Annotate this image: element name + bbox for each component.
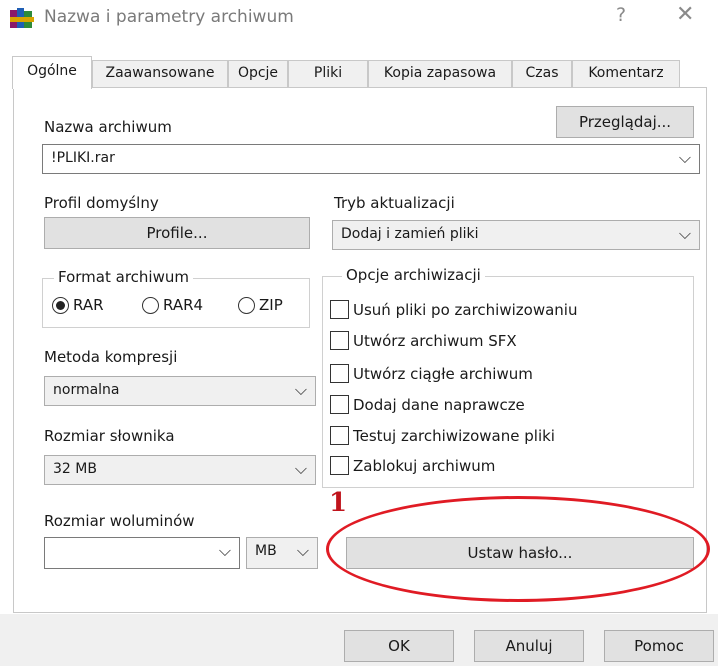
radio-rar4-label: RAR4 [163, 296, 204, 314]
annotation-number: 1 [329, 488, 348, 518]
volume-unit-select[interactable]: MB ⌵ [246, 537, 318, 569]
browse-button[interactable]: Przeglądaj... [556, 106, 694, 138]
checkbox-delete-after[interactable]: Usuń pliki po zarchiwizowaniu [330, 300, 577, 319]
checkbox-solid-archive-label: Utwórz ciągłe archiwum [353, 364, 533, 383]
archive-name-value: !PLIKI.rar [51, 150, 115, 166]
checkbox-test-files[interactable]: Testuj zarchiwizowane pliki [330, 426, 555, 445]
checkbox-create-sfx[interactable]: Utwórz archiwum SFX [330, 331, 517, 350]
checkbox-icon [330, 426, 349, 445]
checkbox-icon [330, 364, 349, 383]
checkbox-icon [330, 331, 349, 350]
checkbox-lock-archive[interactable]: Zablokuj archiwum [330, 456, 495, 475]
checkbox-lock-archive-label: Zablokuj archiwum [353, 456, 496, 475]
default-profile-label: Profil domyślny [44, 194, 159, 212]
radio-icon [142, 296, 159, 314]
checkbox-recovery-record-label: Dodaj dane naprawcze [353, 395, 525, 414]
update-mode-select[interactable]: Dodaj i zamień pliki ⌵ [332, 220, 700, 250]
profiles-button[interactable]: Profile... [44, 217, 310, 249]
checkbox-delete-after-label: Usuń pliki po zarchiwizowaniu [353, 300, 578, 319]
tab-options[interactable]: Opcje [228, 60, 288, 88]
radio-rar[interactable]: RAR [52, 296, 104, 314]
archive-name-combo[interactable]: !PLIKI.rar ⌵ [42, 144, 700, 174]
radio-zip[interactable]: ZIP [238, 296, 283, 314]
update-mode-value: Dodaj i zamień pliki [341, 226, 479, 242]
help-title-button[interactable]: ? [616, 4, 626, 26]
chevron-down-icon: ⌵ [294, 380, 307, 399]
chevron-down-icon: ⌵ [296, 541, 309, 560]
checkbox-test-files-label: Testuj zarchiwizowane pliki [353, 426, 555, 445]
cancel-button[interactable]: Anuluj [474, 630, 584, 662]
dictionary-size-value: 32 MB [53, 461, 97, 477]
checkbox-recovery-record[interactable]: Dodaj dane naprawcze [330, 395, 525, 414]
archiving-options-title: Opcje archiwizacji [342, 266, 485, 284]
checkbox-icon [330, 395, 349, 414]
checkbox-create-sfx-label: Utwórz archiwum SFX [353, 331, 517, 350]
tab-time[interactable]: Czas [512, 60, 572, 88]
compression-method-label: Metoda kompresji [44, 348, 178, 366]
checkbox-solid-archive[interactable]: Utwórz ciągłe archiwum [330, 364, 533, 383]
tab-files[interactable]: Pliki [288, 60, 368, 88]
tab-advanced[interactable]: Zaawansowane [92, 60, 228, 88]
volume-size-combo[interactable]: ⌵ [44, 537, 240, 569]
radio-selected-icon [52, 296, 69, 314]
dictionary-size-label: Rozmiar słownika [44, 427, 175, 445]
winrar-app-icon [10, 8, 34, 30]
close-icon[interactable]: ✕ [676, 2, 694, 27]
window-title: Nazwa i parametry archiwum [44, 7, 294, 27]
tab-general[interactable]: Ogólne [12, 56, 92, 89]
help-button[interactable]: Pomoc [604, 630, 714, 662]
archive-name-label: Nazwa archiwum [44, 118, 172, 136]
ok-button[interactable]: OK [344, 630, 454, 662]
volume-unit-value: MB [255, 543, 277, 559]
radio-zip-label: ZIP [259, 296, 283, 314]
chevron-down-icon: ⌵ [678, 148, 691, 167]
chevron-down-icon: ⌵ [294, 459, 307, 478]
compression-method-select[interactable]: normalna ⌵ [44, 376, 316, 406]
volume-size-label: Rozmiar woluminów [44, 512, 195, 530]
dictionary-size-select[interactable]: 32 MB ⌵ [44, 455, 316, 485]
radio-rar4[interactable]: RAR4 [142, 296, 203, 314]
update-mode-label: Tryb aktualizacji [334, 194, 455, 212]
checkbox-icon [330, 300, 349, 319]
archive-format-title: Format archiwum [54, 268, 193, 286]
radio-rar-label: RAR [73, 296, 104, 314]
annotation-ellipse [326, 496, 710, 602]
radio-icon [238, 296, 255, 314]
tab-comment[interactable]: Komentarz [572, 60, 680, 88]
compression-method-value: normalna [53, 382, 120, 398]
tab-backup[interactable]: Kopia zapasowa [368, 60, 512, 88]
chevron-down-icon: ⌵ [678, 224, 691, 243]
chevron-down-icon: ⌵ [218, 541, 231, 560]
checkbox-icon [330, 456, 349, 475]
